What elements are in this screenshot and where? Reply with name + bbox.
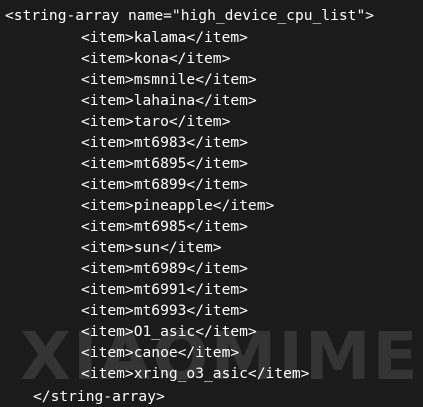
string-array-open-tag: <string-array name="high_device_cpu_list… bbox=[5, 7, 375, 24]
item-line: <item>kona</item> bbox=[81, 50, 231, 67]
item-line: <item>lahaina</item> bbox=[81, 92, 257, 109]
item-line: <item>kalama</item> bbox=[81, 29, 248, 46]
item-line: <item>O1_asic</item> bbox=[81, 323, 257, 340]
item-line: <item>sun</item> bbox=[81, 239, 222, 256]
item-line: <item>mt6989</item> bbox=[81, 260, 248, 277]
item-line: <item>mt6993</item> bbox=[81, 302, 248, 319]
item-line: <item>mt6899</item> bbox=[81, 176, 248, 193]
item-line: <item>mt6895</item> bbox=[81, 155, 248, 172]
item-line: <item>canoe</item> bbox=[81, 344, 240, 361]
item-line: <item>pineapple</item> bbox=[81, 197, 275, 214]
item-line: <item>mt6991</item> bbox=[81, 281, 248, 298]
item-line: <item>xring_o3_asic</item> bbox=[81, 365, 310, 382]
item-line: <item>mt6983</item> bbox=[81, 134, 248, 151]
item-line: <item>msmnile</item> bbox=[81, 71, 257, 88]
item-line: <item>taro</item> bbox=[81, 113, 231, 130]
string-array-close-tag: </string-array> bbox=[33, 388, 165, 405]
item-line: <item>mt6985</item> bbox=[81, 218, 248, 235]
code-editor[interactable]: <string-array name="high_device_cpu_list… bbox=[0, 0, 423, 405]
